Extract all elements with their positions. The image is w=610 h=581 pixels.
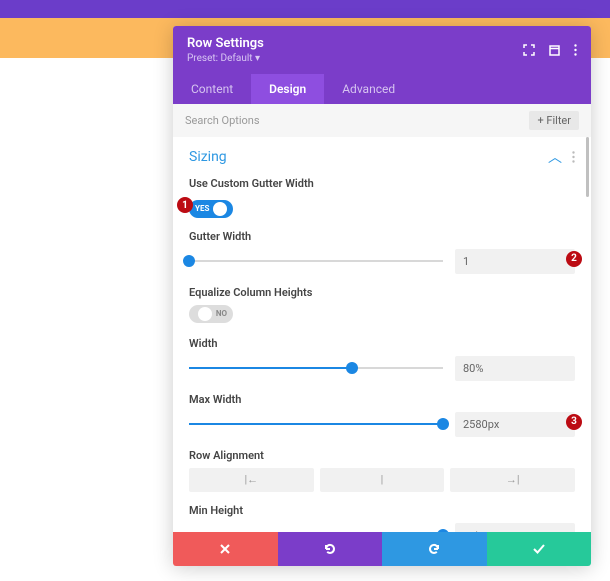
label-min-height: Min Height <box>189 504 575 517</box>
toggle-yes-label: YES <box>191 204 213 213</box>
slider-max-width[interactable] <box>189 417 443 431</box>
label-equalize: Equalize Column Heights <box>189 286 575 299</box>
menu-icon[interactable] <box>574 44 577 56</box>
tab-content[interactable]: Content <box>173 74 251 104</box>
label-gutter-width: Gutter Width <box>189 230 575 243</box>
panel-content: Sizing ︿ Use Custom Gutter Width 1 YES G… <box>173 137 591 532</box>
confirm-button[interactable] <box>487 532 592 566</box>
scrollbar[interactable] <box>586 137 589 197</box>
chevron-up-icon[interactable]: ︿ <box>548 147 562 167</box>
section-controls: ︿ <box>548 147 575 167</box>
panel-title-block: Row Settings Preset: Default ▾ <box>187 36 264 64</box>
field-width: Width <box>189 337 575 381</box>
tab-advanced[interactable]: Advanced <box>324 74 413 104</box>
slider-min-height[interactable] <box>189 528 443 532</box>
toggle-knob <box>198 307 212 321</box>
label-use-custom-gutter: Use Custom Gutter Width <box>189 177 575 190</box>
field-row-alignment: Row Alignment |← | →| <box>189 449 575 492</box>
window-icon[interactable] <box>549 45 560 56</box>
tab-design[interactable]: Design <box>251 74 324 104</box>
page-purple-band <box>0 0 610 18</box>
cancel-button[interactable] <box>173 532 278 566</box>
search-input[interactable]: Search Options <box>185 114 260 127</box>
toggle-knob <box>213 202 227 216</box>
header-icons <box>523 44 577 56</box>
settings-panel: Row Settings Preset: Default ▾ Content D… <box>173 26 591 566</box>
slider-gutter-width[interactable] <box>189 254 443 268</box>
expand-icon[interactable] <box>523 44 535 56</box>
field-equalize: Equalize Column Heights NO <box>189 286 575 325</box>
toggle-custom-gutter[interactable]: YES <box>189 200 233 218</box>
input-min-height[interactable] <box>455 523 575 533</box>
toggle-equalize[interactable]: NO <box>189 305 233 323</box>
label-row-alignment: Row Alignment <box>189 449 575 462</box>
annotation-3: 3 <box>566 414 582 430</box>
panel-header: Row Settings Preset: Default ▾ <box>173 26 591 74</box>
annotation-2: 2 <box>566 251 582 267</box>
section-title-text: Sizing <box>189 149 227 165</box>
field-max-width: Max Width 3 <box>189 393 575 437</box>
undo-button[interactable] <box>278 532 383 566</box>
redo-button[interactable] <box>382 532 487 566</box>
panel-title: Row Settings <box>187 36 264 51</box>
label-width: Width <box>189 337 575 350</box>
field-min-height: Min Height <box>189 504 575 533</box>
section-menu-icon[interactable] <box>572 151 575 163</box>
toggle-no-label: NO <box>212 309 231 318</box>
field-use-custom-gutter: Use Custom Gutter Width 1 YES <box>189 177 575 218</box>
label-max-width: Max Width <box>189 393 575 406</box>
filter-button[interactable]: + Filter <box>529 111 579 130</box>
search-row: Search Options + Filter <box>173 104 591 137</box>
align-center-button[interactable]: | <box>320 468 445 492</box>
input-max-width[interactable] <box>455 412 575 437</box>
tabs: Content Design Advanced <box>173 74 591 104</box>
align-left-button[interactable]: |← <box>189 468 314 492</box>
slider-width[interactable] <box>189 361 443 375</box>
annotation-1: 1 <box>177 197 193 213</box>
input-width[interactable] <box>455 356 575 381</box>
align-right-button[interactable]: →| <box>450 468 575 492</box>
field-gutter-width: Gutter Width 2 <box>189 230 575 274</box>
section-header[interactable]: Sizing ︿ <box>189 147 575 167</box>
input-gutter-width[interactable] <box>455 249 575 274</box>
panel-preset[interactable]: Preset: Default ▾ <box>187 53 264 64</box>
panel-footer <box>173 532 591 566</box>
